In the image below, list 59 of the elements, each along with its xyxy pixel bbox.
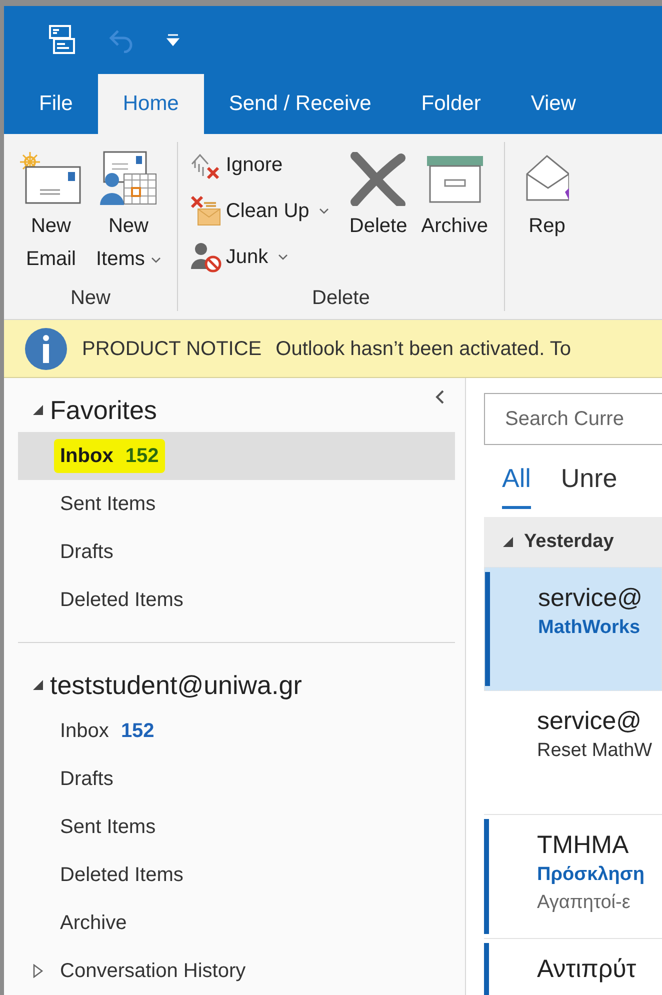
dropdown-caret-icon — [150, 256, 161, 263]
ribbon-button[interactable]: Delete — [345, 142, 412, 243]
folder-item[interactable]: Inbox 152 — [18, 432, 455, 480]
message-subject: Reset MathW — [537, 739, 652, 763]
delete-x-icon — [349, 152, 408, 206]
notice-text: Outlook hasn’t been activated. To — [276, 336, 572, 362]
ribbon-tab[interactable]: Send / Receive — [204, 74, 396, 134]
ribbon-button[interactable]: New Items — [92, 142, 165, 276]
unread-count: 152 — [120, 719, 154, 744]
ribbon-tab[interactable]: File — [14, 74, 98, 134]
expanded-triangle-icon[interactable] — [32, 679, 44, 691]
customize-caret-icon[interactable] — [166, 32, 180, 46]
new-items-icon — [98, 150, 158, 208]
ribbon-tab[interactable]: Home — [98, 74, 204, 134]
section-header[interactable]: teststudent@uniwa.gr — [50, 666, 302, 704]
dropdown-caret-icon — [319, 208, 330, 214]
ribbon-tab[interactable]: Folder — [396, 74, 506, 134]
ribbon-button[interactable]: Rep — [521, 142, 573, 243]
folder-item[interactable]: Inbox 152 — [18, 707, 455, 755]
folder-item[interactable]: Sent Items — [18, 803, 455, 851]
message-preview: Αγαπητοί-ε — [537, 891, 632, 915]
search-field[interactable]: Search Curre — [484, 393, 662, 445]
message-sender: service@ — [537, 706, 643, 737]
ribbon-button[interactable]: Junk — [190, 236, 330, 278]
filter-tab[interactable]: All — [502, 459, 531, 509]
dropdown-caret-icon — [278, 254, 288, 260]
folder-item[interactable]: Drafts — [18, 528, 455, 576]
junk-icon — [190, 241, 222, 273]
filter-tab[interactable]: Unre — [560, 459, 618, 509]
group-label: New — [69, 286, 112, 311]
folder-item[interactable]: Deleted Items — [18, 576, 455, 624]
info-icon — [24, 326, 68, 370]
folder-item[interactable]: Sent Items — [18, 480, 455, 528]
archive-box-icon — [424, 154, 485, 204]
section-header[interactable]: Favorites — [50, 390, 157, 430]
group-label: Delete — [311, 286, 371, 311]
expanded-triangle-icon[interactable] — [32, 404, 44, 416]
ribbon-tab[interactable]: View — [506, 74, 601, 134]
message-subject: MathWorks — [538, 616, 642, 640]
message-subject: Πρόσκληση — [537, 863, 644, 887]
expanded-triangle-icon[interactable] — [502, 536, 514, 548]
collapsed-triangle-icon[interactable] — [32, 964, 44, 978]
new-email-icon — [20, 152, 82, 206]
collapse-chevron-icon[interactable] — [435, 390, 445, 404]
ribbon-button[interactable]: New Email — [16, 142, 86, 276]
notice-title: PRODUCT NOTICE — [82, 336, 262, 362]
unread-count: 152 — [125, 444, 159, 469]
message-sender: Αντιπρύτ — [537, 954, 636, 985]
ribbon-button[interactable]: Clean Up — [190, 190, 330, 232]
message-sender: TMHMA — [537, 830, 630, 861]
folder-item[interactable]: Conversation History — [18, 947, 455, 995]
clean-up-icon — [190, 195, 222, 227]
folder-item[interactable]: Deleted Items — [18, 851, 455, 899]
folder-item[interactable]: Drafts — [18, 755, 455, 803]
ribbon-button[interactable]: Ignore — [190, 144, 330, 186]
message-sender: service@ — [538, 583, 643, 614]
message-item[interactable]: service@ MathWorks — [484, 567, 662, 691]
ribbon-button[interactable]: Archive — [417, 142, 492, 243]
folder-item[interactable]: Archive — [18, 899, 455, 947]
